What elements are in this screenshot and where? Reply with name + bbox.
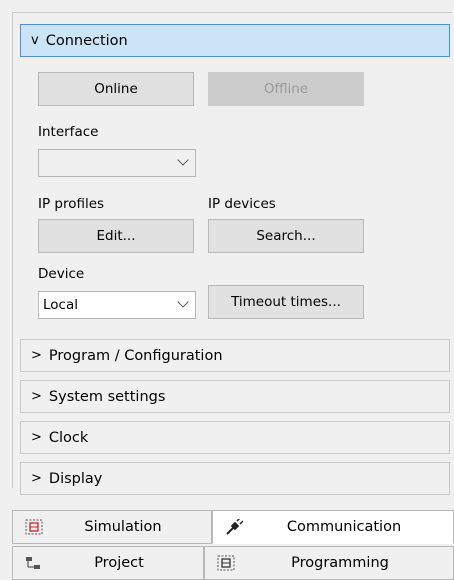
clock-section-header[interactable]: > Clock: [20, 421, 450, 454]
section-label: Display: [48, 470, 103, 487]
section-label: Program / Configuration: [48, 347, 223, 364]
ip-profiles-label: IP profiles: [38, 196, 105, 212]
section-label: System settings: [48, 388, 166, 405]
tab-label: Communication: [286, 519, 402, 535]
system-settings-section-header[interactable]: > System settings: [20, 380, 450, 413]
simulation-icon: [25, 519, 43, 535]
ip-devices-label: IP devices: [208, 196, 276, 212]
device-select[interactable]: Local: [38, 291, 196, 319]
tab-communication[interactable]: Communication: [212, 510, 454, 544]
chevron-down-icon: [177, 296, 189, 308]
program-configuration-section-header[interactable]: > Program / Configuration: [20, 339, 450, 372]
connection-section-header[interactable]: v Connection: [20, 24, 450, 57]
edit-ip-profiles-button[interactable]: Edit...: [38, 219, 194, 253]
offline-button[interactable]: Offline: [208, 72, 364, 106]
chevron-right-icon: >: [31, 471, 42, 486]
chevron-right-icon: >: [31, 389, 42, 404]
programming-icon: [217, 555, 235, 571]
chevron-down-icon: [177, 154, 189, 166]
search-ip-devices-button[interactable]: Search...: [208, 219, 364, 253]
display-section-header[interactable]: > Display: [20, 462, 450, 495]
chevron-down-icon: v: [31, 33, 39, 48]
tab-project[interactable]: Project: [12, 546, 204, 580]
project-tree-icon: [26, 557, 40, 569]
connection-header-label: Connection: [45, 32, 128, 49]
section-label: Clock: [48, 429, 89, 446]
tab-programming[interactable]: Programming: [204, 546, 454, 580]
device-label: Device: [38, 266, 85, 282]
interface-select[interactable]: [38, 149, 196, 177]
device-value: Local: [43, 297, 78, 313]
chevron-right-icon: >: [31, 430, 42, 445]
tab-label: Programming: [291, 555, 389, 571]
tab-row-bottom: Project Programming: [12, 546, 454, 580]
timeout-times-button[interactable]: Timeout times...: [208, 285, 364, 319]
tab-row-top: Simulation Communication: [12, 510, 454, 544]
interface-label: Interface: [38, 124, 99, 140]
plug-icon: [226, 519, 243, 535]
chevron-right-icon: >: [31, 348, 42, 363]
online-button[interactable]: Online: [38, 72, 194, 106]
tab-simulation[interactable]: Simulation: [12, 510, 212, 544]
